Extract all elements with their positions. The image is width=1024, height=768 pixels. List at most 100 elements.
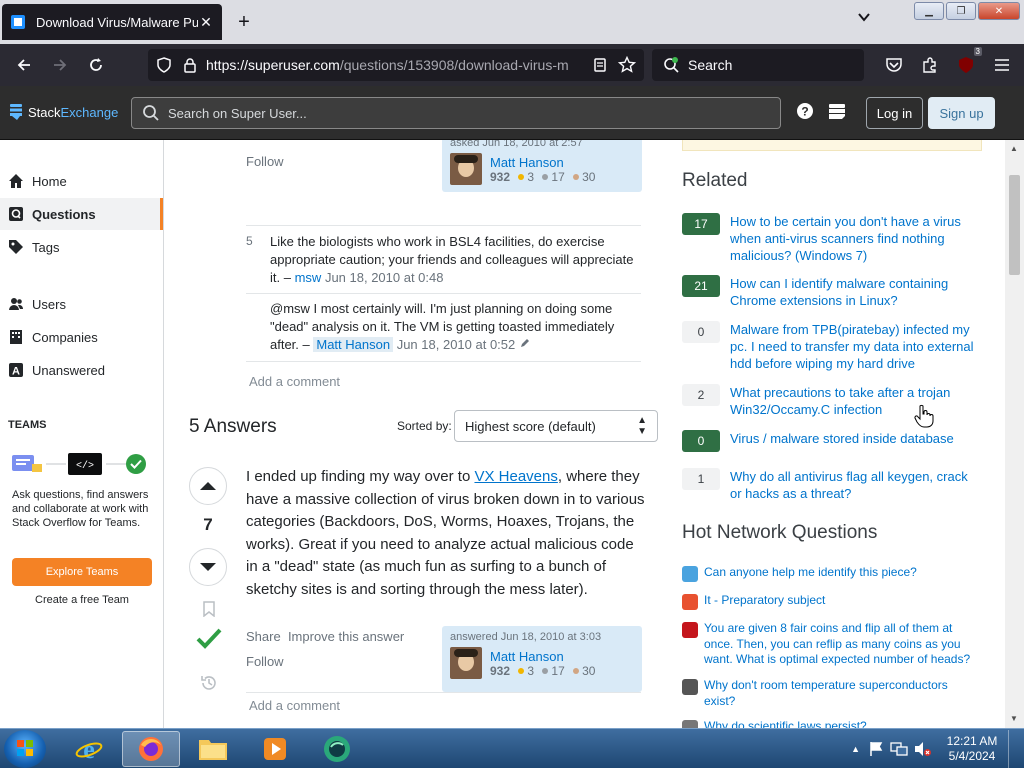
vx-heavens-link[interactable]: VX Heavens [474,468,557,485]
downvote-button[interactable] [189,548,227,586]
stackexchange-logo[interactable]: Stack Exchange [10,104,118,120]
sidebar-item-companies[interactable]: Companies [0,321,163,353]
hamburger-menu-icon[interactable] [988,49,1016,81]
sidebar-item-tags[interactable]: Tags [0,231,163,263]
taskbar-clock[interactable]: 12:21 AM 5/4/2024 [940,734,1004,764]
sidebar-item-label: Users [32,296,66,312]
tray-expand-icon[interactable]: ▲ [851,744,860,754]
scroll-down-arrow-icon[interactable]: ▼ [1010,714,1018,723]
sidebar-item-unanswered[interactable]: A Unanswered [0,354,163,386]
ublock-origin-icon[interactable]: 3 [952,47,982,81]
history-icon[interactable] [200,674,218,692]
site-icon [682,566,698,582]
pocket-icon[interactable] [880,49,908,81]
hot-question-link[interactable]: Why do scientific laws persist? [704,719,867,728]
maximize-button[interactable]: ❐ [946,2,976,20]
taskbar-app-green[interactable] [308,731,366,767]
list-all-tabs-chevron-icon[interactable] [852,10,876,34]
explore-teams-button[interactable]: Explore Teams [12,558,152,586]
site-switcher-icon[interactable] [828,102,846,120]
tab-close-icon[interactable]: ✕ [198,14,214,31]
hot-network-item[interactable]: You are given 8 fair coins and flip all … [682,621,982,668]
answer-body: I ended up finding my way over to VX Hea… [246,466,646,601]
user-name-link[interactable]: Matt Hanson [490,155,595,170]
window-close-button[interactable]: ✕ [978,2,1020,20]
related-item[interactable]: 0 Malware from TPB(piratebay) infected my… [682,321,982,372]
site-search-input[interactable]: Search on Super User... [131,97,781,129]
avatar[interactable] [450,153,482,185]
edited-pencil-icon [520,339,529,347]
sidebar-item-home[interactable]: Home [0,165,163,197]
forward-arrow-icon[interactable] [42,49,78,81]
network-icon[interactable] [890,741,908,757]
reload-icon[interactable] [78,49,114,81]
lock-icon[interactable] [182,57,198,73]
hot-network-item[interactable]: Why do scientific laws persist? [682,719,982,728]
comment-date: Jun 18, 2010 at 0:52 [396,337,516,352]
share-link[interactable]: Share [246,629,281,644]
action-center-flag-icon[interactable] [868,741,884,757]
related-question-link[interactable]: Malware from TPB(piratebay) infected my … [730,321,982,372]
scroll-up-arrow-icon[interactable]: ▲ [1010,144,1018,153]
hot-question-link[interactable]: Can anyone help me identify this piece? [704,565,917,582]
show-desktop-button[interactable] [1008,730,1020,768]
hot-question-link[interactable]: You are given 8 fair coins and flip all … [704,621,982,668]
taskbar-firefox[interactable] [122,731,180,767]
hot-question-link[interactable]: It - Preparatory subject [704,593,825,610]
hot-network-item[interactable]: Can anyone help me identify this piece? [682,565,982,582]
teams-heading: TEAMS [8,419,47,431]
extensions-puzzle-icon[interactable] [916,49,944,81]
hot-question-link[interactable]: Why don't room temperature superconducto… [704,678,982,709]
sort-select[interactable]: Highest score (default) ▲ ▼ [454,410,658,442]
back-arrow-icon[interactable] [6,49,42,81]
signup-button[interactable]: Sign up [928,97,995,129]
start-button[interactable] [4,730,46,768]
related-item[interactable]: 2 What precautions to take after a trojan… [682,384,982,418]
hot-network-item[interactable]: Why don't room temperature superconducto… [682,678,982,709]
related-question-link[interactable]: How can I identify malware containing Ch… [730,275,982,309]
topbar-icons: ? [796,102,846,120]
stackexchange-topbar: Stack Exchange Search on Super User... ? … [0,86,1024,140]
volume-muted-icon[interactable] [914,741,932,757]
url-bar[interactable]: https://superuser.com/questions/153908/d… [148,49,644,81]
answer-follow-link[interactable]: Follow [246,654,284,669]
shield-icon[interactable] [156,57,172,73]
avatar[interactable] [450,647,482,679]
create-team-link[interactable]: Create a free Team [12,594,152,606]
sidebar-item-users[interactable]: Users [0,288,163,320]
new-tab-button[interactable]: + [232,10,256,34]
related-item[interactable]: 21 How can I identify malware containing … [682,275,982,309]
taskbar-file-explorer[interactable] [184,731,242,767]
browser-tab-active[interactable]: Download Virus/Malware Purpose ✕ [2,4,222,40]
related-question-link[interactable]: Virus / malware stored inside database [730,430,954,452]
login-button[interactable]: Log in [866,97,923,129]
improve-answer-link[interactable]: Improve this answer [288,629,404,644]
comment-user-link[interactable]: msw [295,270,322,285]
reader-view-icon[interactable] [592,57,608,73]
sidebar-item-questions[interactable]: Questions [0,198,163,230]
browser-search-box[interactable]: Search [652,49,864,81]
minimize-button[interactable]: ▁ [914,2,944,20]
firefox-icon [139,737,163,761]
taskbar-media-player[interactable] [246,731,304,767]
taskbar-internet-explorer[interactable]: e [60,731,118,767]
bookmark-star-icon[interactable] [618,56,636,74]
bookmark-icon[interactable] [202,601,216,617]
page-scrollbar[interactable]: ▲ ▼ [1005,140,1024,728]
user-name-link[interactable]: Matt Hanson [490,649,595,664]
sidebar-item-label: Questions [32,206,96,222]
related-item[interactable]: 0 Virus / malware stored inside database [682,430,982,452]
related-item[interactable]: 17 How to be certain you don't have a vir… [682,213,982,264]
hot-network-item[interactable]: It - Preparatory subject [682,593,982,610]
related-question-link[interactable]: What precautions to take after a trojan … [730,384,982,418]
scrollbar-thumb[interactable] [1009,175,1020,275]
question-follow-link[interactable]: Follow [246,154,284,169]
add-comment-link[interactable]: Add a comment [249,698,340,713]
help-icon[interactable]: ? [796,102,814,120]
add-comment-link[interactable]: Add a comment [249,374,340,389]
related-question-link[interactable]: How to be certain you don't have a virus… [730,213,982,264]
comment-user-link[interactable]: Matt Hanson [313,337,394,352]
related-item[interactable]: 1 Why do all antivirus flag all keygen, c… [682,468,982,502]
related-question-link[interactable]: Why do all antivirus flag all keygen, cr… [730,468,982,502]
upvote-button[interactable] [189,467,227,505]
